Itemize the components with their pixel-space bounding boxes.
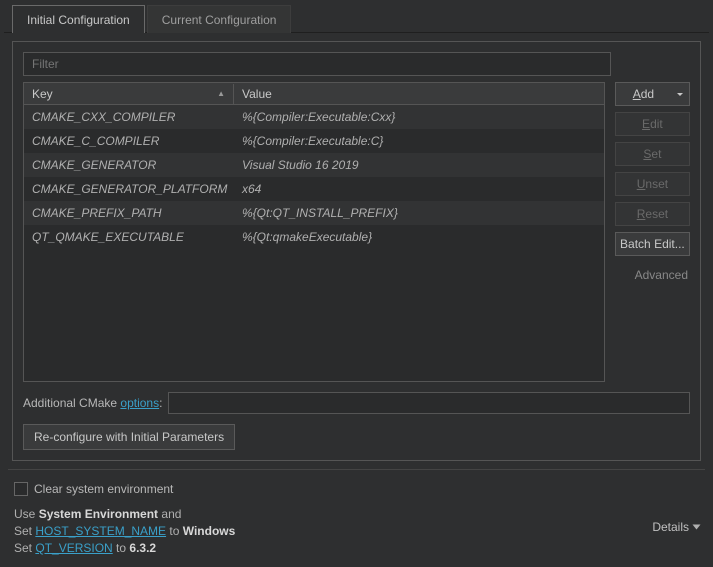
config-tabbar: Initial Configuration Current Configurat… bbox=[4, 4, 709, 33]
tab-initial-config[interactable]: Initial Configuration bbox=[12, 5, 145, 33]
cell-value: %{Qt:QT_INSTALL_PREFIX} bbox=[234, 203, 604, 223]
table-row[interactable]: CMAKE_CXX_COMPILER%{Compiler:Executable:… bbox=[24, 105, 604, 129]
qt-version-link[interactable]: QT_VERSION bbox=[35, 541, 112, 555]
cell-value: Visual Studio 16 2019 bbox=[234, 155, 604, 175]
table-row[interactable]: CMAKE_PREFIX_PATH%{Qt:QT_INSTALL_PREFIX} bbox=[24, 201, 604, 225]
table-row[interactable]: QT_QMAKE_EXECUTABLE%{Qt:qmakeExecutable} bbox=[24, 225, 604, 249]
env-summary: Use System Environment and Set HOST_SYST… bbox=[14, 506, 235, 557]
cell-key: QT_QMAKE_EXECUTABLE bbox=[24, 227, 234, 247]
config-panel: Key ▲ Value CMAKE_CXX_COMPILER%{Compiler… bbox=[12, 41, 701, 461]
details-button[interactable]: Details bbox=[652, 506, 699, 534]
cell-value: x64 bbox=[234, 179, 604, 199]
additional-options-input[interactable] bbox=[168, 392, 690, 414]
column-header-key[interactable]: Key ▲ bbox=[24, 84, 234, 104]
reset-button[interactable]: Reset bbox=[615, 202, 690, 226]
cell-value: %{Qt:qmakeExecutable} bbox=[234, 227, 604, 247]
table-row[interactable]: CMAKE_C_COMPILER%{Compiler:Executable:C} bbox=[24, 129, 604, 153]
additional-options-label: Additional CMake options: bbox=[23, 396, 162, 410]
table-header: Key ▲ Value bbox=[24, 83, 604, 105]
tab-current-config[interactable]: Current Configuration bbox=[147, 5, 292, 33]
config-table: Key ▲ Value CMAKE_CXX_COMPILER%{Compiler… bbox=[23, 82, 605, 382]
batch-edit-button[interactable]: Batch Edit... bbox=[615, 232, 690, 256]
cell-key: CMAKE_GENERATOR bbox=[24, 155, 234, 175]
set-button[interactable]: Set bbox=[615, 142, 690, 166]
unset-button[interactable]: Unset bbox=[615, 172, 690, 196]
advanced-label[interactable]: Advanced bbox=[615, 262, 690, 288]
reconfigure-button[interactable]: Re-configure with Initial Parameters bbox=[23, 424, 235, 450]
clear-env-checkbox[interactable] bbox=[14, 482, 28, 496]
sort-asc-icon: ▲ bbox=[217, 89, 225, 98]
cell-key: CMAKE_C_COMPILER bbox=[24, 131, 234, 151]
column-header-value[interactable]: Value bbox=[234, 84, 604, 104]
table-row[interactable]: CMAKE_GENERATORVisual Studio 16 2019 bbox=[24, 153, 604, 177]
cell-value: %{Compiler:Executable:Cxx} bbox=[234, 107, 604, 127]
chevron-down-icon bbox=[693, 525, 701, 530]
cell-key: CMAKE_CXX_COMPILER bbox=[24, 107, 234, 127]
divider bbox=[8, 469, 705, 470]
options-link[interactable]: options bbox=[120, 396, 159, 410]
filter-input[interactable] bbox=[23, 52, 611, 76]
table-row[interactable]: CMAKE_GENERATOR_PLATFORMx64 bbox=[24, 177, 604, 201]
cell-key: CMAKE_GENERATOR_PLATFORM bbox=[24, 179, 234, 199]
cell-value: %{Compiler:Executable:C} bbox=[234, 131, 604, 151]
edit-button[interactable]: Edit bbox=[615, 112, 690, 136]
host-system-link[interactable]: HOST_SYSTEM_NAME bbox=[35, 524, 166, 538]
clear-env-label: Clear system environment bbox=[34, 482, 173, 496]
cell-key: CMAKE_PREFIX_PATH bbox=[24, 203, 234, 223]
add-button[interactable]: Add bbox=[615, 82, 690, 106]
